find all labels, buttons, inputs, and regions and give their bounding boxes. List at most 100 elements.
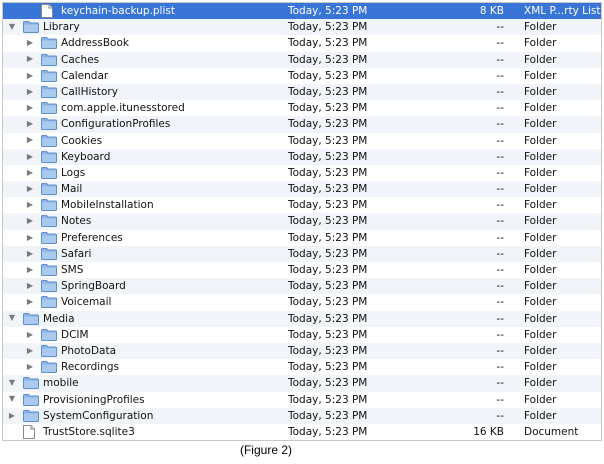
folder-icon [23, 377, 39, 390]
disclosure-triangle-closed-icon[interactable]: ▶ [25, 68, 35, 84]
file-row[interactable]: ▶ SpringBoard Today, 5:23 PM -- Folder [3, 278, 601, 295]
folder-icon [41, 215, 57, 228]
file-size: -- [496, 21, 504, 34]
disclosure-triangle-open-icon[interactable]: ▼ [7, 19, 17, 35]
disclosure-triangle-closed-icon[interactable]: ▶ [25, 84, 35, 100]
file-name: mobile [43, 377, 79, 390]
file-kind: Folder [524, 296, 557, 309]
date-modified: Today, 5:23 PM [288, 344, 368, 357]
file-size: -- [496, 361, 504, 374]
file-size: -- [496, 199, 504, 212]
disclosure-triangle-open-icon[interactable]: ▼ [7, 375, 17, 391]
disclosure-triangle-closed-icon[interactable]: ▶ [25, 100, 35, 116]
file-name: Caches [61, 53, 100, 66]
file-row[interactable]: ▼ Library Today, 5:23 PM -- Folder [3, 19, 601, 36]
file-row[interactable]: ▶ Calendar Today, 5:23 PM -- Folder [3, 68, 601, 84]
file-name: ConfigurationProfiles [61, 118, 171, 131]
disclosure-triangle-closed-icon[interactable]: ▶ [25, 230, 35, 246]
file-size: -- [496, 183, 504, 196]
date-modified: Today, 5:23 PM [288, 231, 368, 244]
folder-icon [41, 102, 57, 115]
disclosure-triangle-closed-icon[interactable]: ▶ [25, 197, 35, 213]
file-row[interactable]: ▶ SMS Today, 5:23 PM -- Folder [3, 262, 601, 278]
file-row[interactable]: ▶ AddressBook Today, 5:23 PM -- Folder [3, 35, 601, 51]
disclosure-triangle-closed-icon[interactable]: ▶ [25, 327, 35, 343]
disclosure-triangle-closed-icon[interactable]: ▶ [25, 294, 35, 310]
folder-icon [41, 118, 57, 131]
disclosure-triangle-closed-icon[interactable]: ▶ [25, 35, 35, 51]
file-row[interactable]: ▶ Caches Today, 5:23 PM -- Folder [3, 51, 601, 68]
file-row[interactable]: ▶ Keyboard Today, 5:23 PM -- Folder [3, 148, 601, 165]
file-row[interactable]: ▶ PhotoData Today, 5:23 PM -- Folder [3, 342, 601, 360]
file-row[interactable]: keychain-backup.plist Today, 5:23 PM 8 KB X… [3, 3, 601, 20]
date-modified: Today, 5:23 PM [288, 134, 368, 147]
file-kind: Folder [524, 361, 557, 374]
file-row[interactable]: ▼ ProvisioningProfiles Today, 5:23 PM -- Fol… [3, 392, 601, 408]
disclosure-triangle-closed-icon[interactable]: ▶ [25, 181, 35, 197]
disclosure-triangle-open-icon[interactable]: ▼ [7, 311, 17, 327]
date-modified: Today, 5:23 PM [288, 118, 368, 131]
disclosure-triangle-closed-icon[interactable]: ▶ [25, 165, 35, 181]
file-row[interactable]: ▶ Notes Today, 5:23 PM -- Folder [3, 213, 601, 230]
file-kind: Folder [524, 53, 557, 66]
file-kind: Folder [524, 231, 557, 244]
file-size: -- [496, 231, 504, 244]
file-row[interactable]: ▼ Media Today, 5:23 PM -- Folder [3, 310, 601, 327]
disclosure-triangle-closed-icon[interactable]: ▶ [25, 149, 35, 165]
disclosure-triangle-closed-icon[interactable]: ▶ [7, 408, 17, 424]
file-kind: Folder [524, 134, 557, 147]
file-row[interactable]: ▶ Mail Today, 5:23 PM -- Folder [3, 181, 601, 198]
file-row[interactable]: ▶ Preferences Today, 5:23 PM -- Folder [3, 230, 601, 246]
file-name: Preferences [61, 231, 123, 244]
disclosure-triangle-closed-icon[interactable]: ▶ [25, 246, 35, 262]
file-kind: Folder [524, 166, 557, 179]
date-modified: Today, 5:23 PM [288, 37, 368, 50]
file-row[interactable]: ▶ Cookies Today, 5:23 PM -- Folder [3, 133, 601, 149]
file-name: DCIM [61, 328, 89, 341]
file-row[interactable]: ▶ MobileInstallation Today, 5:23 PM -- Folde… [3, 197, 601, 213]
file-row[interactable]: ▶ ConfigurationProfiles Today, 5:23 PM -- Fo… [3, 116, 601, 133]
file-row[interactable]: ▶ Voicemail Today, 5:23 PM -- Folder [3, 294, 601, 310]
disclosure-triangle-open-icon[interactable]: ▼ [7, 392, 17, 408]
folder-icon [41, 183, 57, 196]
date-modified: Today, 5:23 PM [288, 5, 368, 17]
file-row[interactable]: ▶ Safari Today, 5:23 PM -- Folder [3, 245, 601, 262]
disclosure-triangle-closed-icon[interactable]: ▶ [25, 262, 35, 278]
date-modified: Today, 5:23 PM [288, 215, 368, 228]
disclosure-triangle-closed-icon[interactable]: ▶ [25, 116, 35, 132]
file-row[interactable]: TrustStore.sqlite3 Today, 5:23 PM 16 KB Doc… [3, 424, 601, 440]
file-name: AddressBook [61, 37, 129, 50]
disclosure-triangle-closed-icon[interactable]: ▶ [25, 278, 35, 294]
file-row[interactable]: ▶ com.apple.itunesstored Today, 5:23 PM -- F… [3, 100, 601, 116]
disclosure-triangle-closed-icon[interactable]: ▶ [25, 359, 35, 375]
disclosure-triangle-closed-icon[interactable]: ▶ [25, 343, 35, 359]
folder-icon [41, 296, 57, 309]
finder-list-view: keychain-backup.plist Today, 5:23 PM 8 KB X… [2, 2, 602, 441]
disclosure-triangle-closed-icon[interactable]: ▶ [25, 213, 35, 229]
disclosure-triangle-closed-icon[interactable]: ▶ [25, 52, 35, 68]
file-size: -- [496, 150, 504, 163]
file-row[interactable]: ▶ Logs Today, 5:23 PM -- Folder [3, 165, 601, 181]
date-modified: Today, 5:23 PM [288, 312, 368, 325]
file-row[interactable]: ▶ DCIM Today, 5:23 PM -- Folder [3, 327, 601, 343]
file-row[interactable]: ▼ mobile Today, 5:23 PM -- Folder [3, 375, 601, 392]
file-kind: Folder [524, 69, 557, 82]
folder-icon [41, 231, 57, 244]
folder-icon [41, 69, 57, 82]
file-row[interactable]: ▶ SystemConfiguration Today, 5:23 PM -- Fold… [3, 407, 601, 424]
folder-icon [41, 199, 57, 212]
folder-icon [41, 166, 57, 179]
file-size: -- [496, 102, 504, 115]
file-name: Calendar [61, 69, 109, 82]
file-list: keychain-backup.plist Today, 5:23 PM 8 KB X… [3, 3, 601, 440]
disclosure-triangle-closed-icon[interactable]: ▶ [25, 133, 35, 149]
folder-icon [23, 21, 39, 34]
file-kind: Folder [524, 37, 557, 50]
file-row[interactable]: ▶ CallHistory Today, 5:23 PM -- Folder [3, 83, 601, 101]
file-kind: Folder [524, 85, 557, 98]
file-size: -- [496, 53, 504, 66]
file-row[interactable]: ▶ Recordings Today, 5:23 PM -- Folder [3, 359, 601, 375]
folder-icon [41, 134, 57, 147]
date-modified: Today, 5:23 PM [288, 183, 368, 196]
file-kind: Folder [524, 264, 557, 276]
